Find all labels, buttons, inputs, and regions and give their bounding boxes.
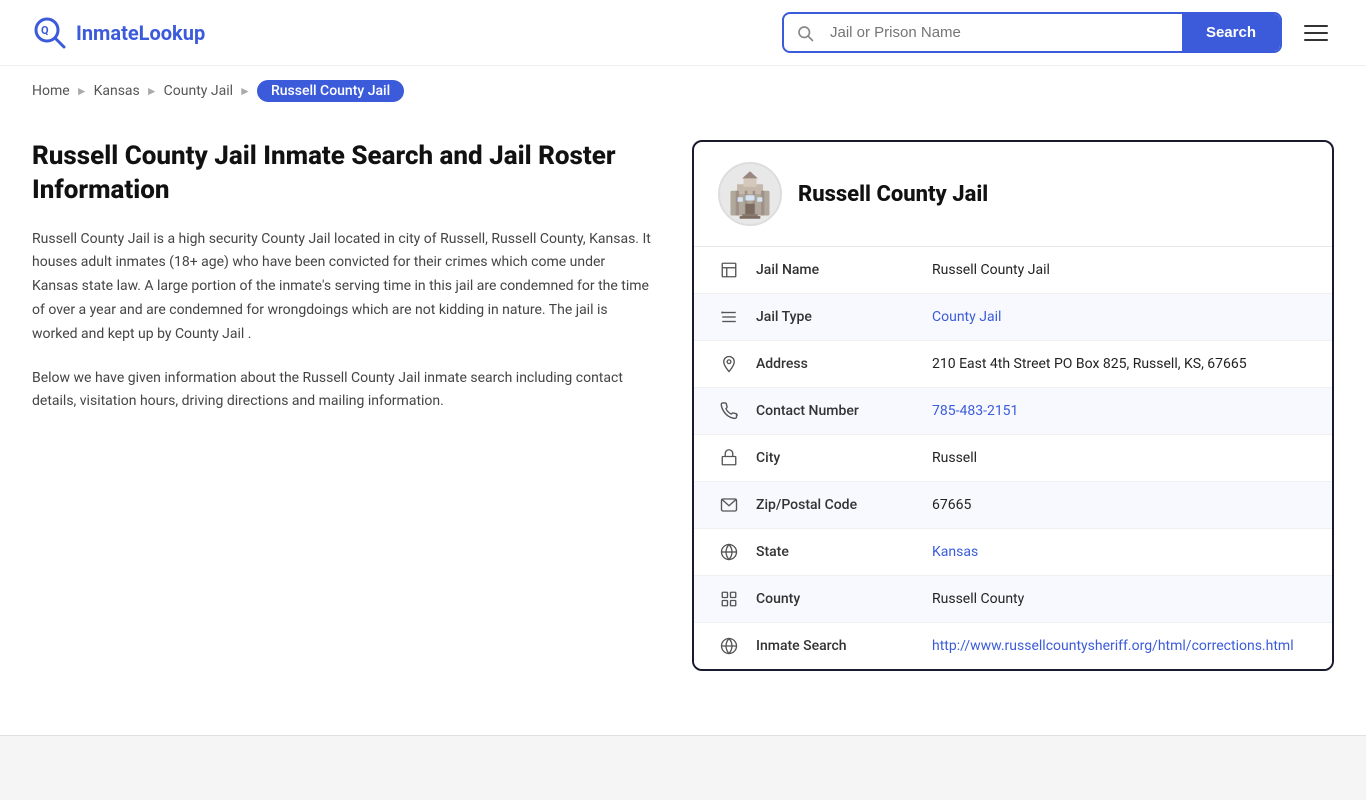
jail-avatar — [718, 162, 782, 226]
row-value-city: Russell — [932, 450, 1308, 466]
header-right: Search — [782, 12, 1334, 53]
county-icon — [718, 590, 740, 608]
row-value-address: 210 East 4th Street PO Box 825, Russell,… — [932, 356, 1308, 372]
page-title: Russell County Jail Inmate Search and Ja… — [32, 140, 652, 208]
logo-link[interactable]: Q InmateLookup — [32, 15, 205, 51]
row-value-contact: 785-483-2151 — [932, 403, 1308, 419]
row-value-county: Russell County — [932, 591, 1308, 607]
inmate-search-link[interactable]: http://www.russellcountysheriff.org/html… — [932, 638, 1294, 654]
city-icon — [718, 449, 740, 467]
phone-link[interactable]: 785-483-2151 — [932, 403, 1018, 419]
row-label-zip: Zip/Postal Code — [756, 497, 916, 513]
table-row: Inmate Search http://www.russellcountysh… — [694, 623, 1332, 669]
info-card-header: Russell County Jail — [694, 142, 1332, 247]
row-label-address: Address — [756, 356, 916, 372]
logo-text: InmateLookup — [76, 21, 205, 45]
svg-text:Q: Q — [41, 24, 49, 37]
site-header: Q InmateLookup Search — [0, 0, 1366, 66]
page-description-1: Russell County Jail is a high security C… — [32, 228, 652, 347]
globe-icon — [718, 543, 740, 561]
table-row: Zip/Postal Code 67665 — [694, 482, 1332, 529]
location-icon — [718, 355, 740, 373]
table-row: Jail Type County Jail — [694, 294, 1332, 341]
table-row: City Russell — [694, 435, 1332, 482]
list-icon — [718, 308, 740, 326]
main-content: Russell County Jail Inmate Search and Ja… — [0, 116, 1366, 695]
search-globe-icon — [718, 637, 740, 655]
right-panel: Russell County Jail Jail Name Russell Co… — [692, 140, 1334, 671]
row-label-county: County — [756, 591, 916, 607]
table-row: Jail Name Russell County Jail — [694, 247, 1332, 294]
row-value-jail-type: County Jail — [932, 309, 1308, 325]
row-label-jail-type: Jail Type — [756, 309, 916, 325]
row-value-jail-name: Russell County Jail — [932, 262, 1308, 278]
info-card-title: Russell County Jail — [798, 182, 988, 207]
row-value-zip: 67665 — [932, 497, 1308, 513]
search-button[interactable]: Search — [1182, 14, 1280, 51]
row-label-contact: Contact Number — [756, 403, 916, 419]
breadcrumb-sep-3: ► — [239, 84, 251, 98]
breadcrumb-sep-1: ► — [76, 84, 88, 98]
building-icon — [718, 261, 740, 279]
row-value-state: Kansas — [932, 544, 1308, 560]
row-value-inmate-search: http://www.russellcountysheriff.org/html… — [932, 638, 1308, 654]
breadcrumb-home[interactable]: Home — [32, 83, 70, 99]
jail-building-svg — [724, 168, 776, 220]
breadcrumb: Home ► Kansas ► County Jail ► Russell Co… — [0, 66, 1366, 116]
table-row: County Russell County — [694, 576, 1332, 623]
row-label-inmate-search: Inmate Search — [756, 638, 916, 654]
mail-icon — [718, 496, 740, 514]
table-row: Address 210 East 4th Street PO Box 825, … — [694, 341, 1332, 388]
row-label-jail-name: Jail Name — [756, 262, 916, 278]
county-jail-link[interactable]: County Jail — [932, 309, 1001, 325]
row-label-city: City — [756, 450, 916, 466]
row-label-state: State — [756, 544, 916, 560]
page-description-2: Below we have given information about th… — [32, 367, 652, 415]
state-link[interactable]: Kansas — [932, 544, 978, 560]
search-bar: Search — [782, 12, 1282, 53]
logo-icon: Q — [32, 15, 68, 51]
table-row: Contact Number 785-483-2151 — [694, 388, 1332, 435]
table-row: State Kansas — [694, 529, 1332, 576]
breadcrumb-sep-2: ► — [146, 84, 158, 98]
left-panel: Russell County Jail Inmate Search and Ja… — [32, 140, 692, 414]
breadcrumb-kansas[interactable]: Kansas — [94, 83, 140, 99]
search-bar-icon — [784, 24, 826, 42]
breadcrumb-current: Russell County Jail — [257, 80, 404, 102]
search-input[interactable] — [826, 14, 1182, 51]
phone-icon — [718, 402, 740, 420]
breadcrumb-county-jail[interactable]: County Jail — [164, 83, 233, 99]
hamburger-menu[interactable] — [1298, 19, 1334, 47]
info-card: Russell County Jail Jail Name Russell Co… — [692, 140, 1334, 671]
